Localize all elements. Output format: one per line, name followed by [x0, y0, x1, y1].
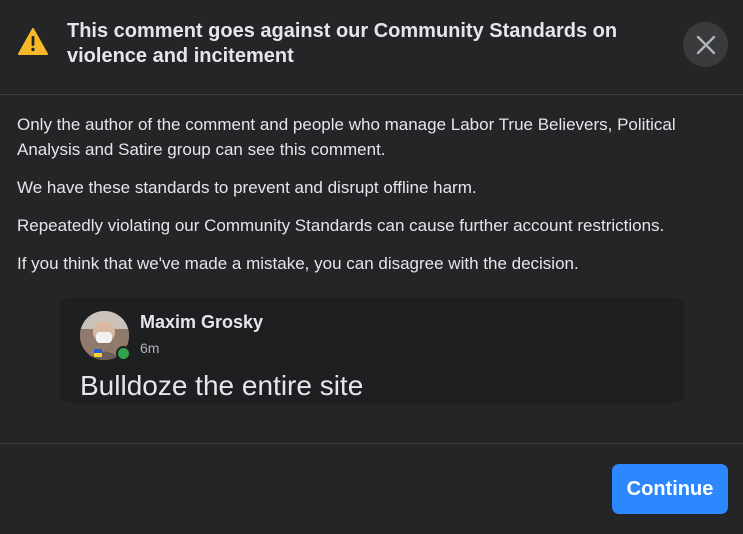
disagree-notice: If you think that we've made a mistake, … [17, 254, 579, 273]
dialog-header: This comment goes against our Community … [0, 0, 743, 95]
comment-card: Maxim Grosky 6m Bulldoze the entire site [60, 298, 684, 403]
close-button[interactable] [683, 22, 728, 67]
continue-button[interactable]: Continue [612, 464, 728, 514]
online-status-dot [116, 346, 131, 361]
comment-author[interactable]: Maxim Grosky [140, 312, 263, 333]
dialog-body: Only the author of the comment and peopl… [17, 112, 732, 289]
footer-divider [0, 443, 743, 444]
standards-reason: We have these standards to prevent and d… [17, 178, 477, 197]
warning-triangle-icon [18, 28, 48, 55]
restriction-warning: Repeatedly violating our Community Stand… [17, 216, 665, 235]
dialog-title: This comment goes against our Community … [67, 20, 618, 67]
comment-timestamp[interactable]: 6m [140, 340, 159, 356]
violation-dialog: This comment goes against our Community … [0, 0, 743, 534]
comment-text: Bulldoze the entire site [80, 370, 364, 401]
visibility-notice: Only the author of the comment and peopl… [17, 115, 676, 159]
close-icon [696, 35, 715, 54]
